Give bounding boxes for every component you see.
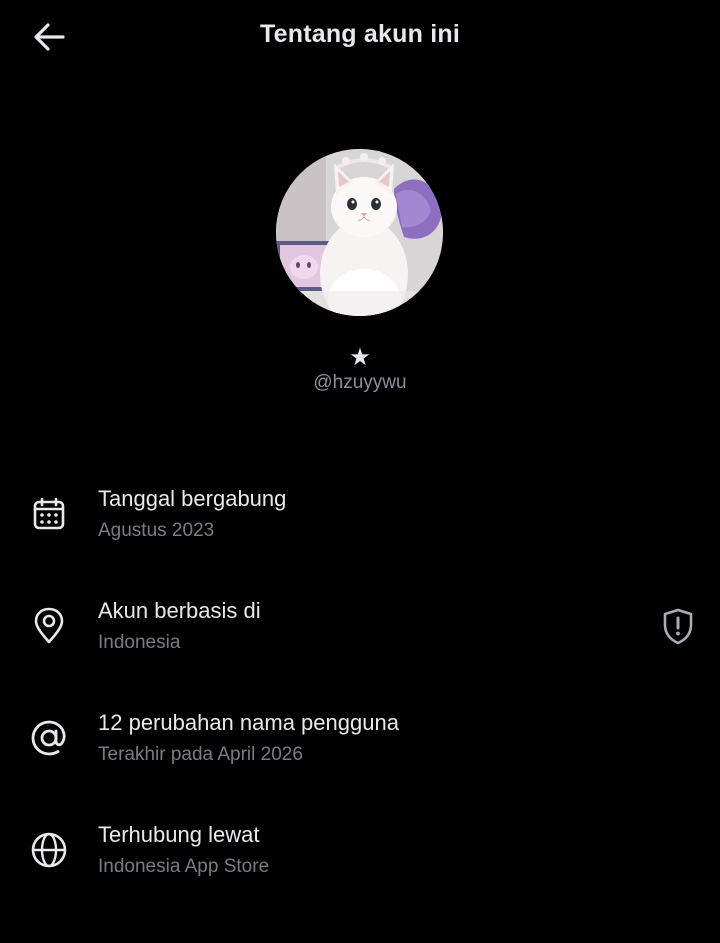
top-bar: Tentang akun ini: [0, 0, 720, 74]
username-handle: @hzuyywu: [313, 372, 407, 393]
shield-alert-button[interactable]: [656, 604, 700, 648]
info-row-based-in: Akun berbasis di Indonesia: [0, 590, 720, 690]
info-label: Akun berbasis di: [98, 598, 261, 623]
info-row-username-changes: 12 perubahan nama pengguna Terakhir pada…: [0, 702, 720, 802]
info-value: Indonesia: [98, 632, 181, 653]
info-label: 12 perubahan nama pengguna: [98, 710, 399, 735]
location-pin-icon: [29, 606, 69, 646]
at-sign-icon: [29, 718, 69, 758]
info-value: Agustus 2023: [98, 520, 215, 541]
shield-alert-icon: [663, 608, 693, 645]
info-label: Terhubung lewat: [98, 822, 260, 847]
info-row-joined-date: Tanggal bergabung Agustus 2023: [0, 478, 720, 578]
info-value: Indonesia App Store: [98, 856, 270, 877]
info-row-connected-via: Terhubung lewat Indonesia App Store: [0, 814, 720, 914]
globe-icon: [29, 830, 69, 870]
calendar-icon: [29, 494, 69, 534]
info-label: Tanggal bergabung: [98, 486, 287, 511]
info-value: Terakhir pada April 2026: [98, 744, 303, 765]
page-title: Tentang akun ini: [260, 20, 460, 48]
display-name: ★: [349, 343, 371, 371]
profile-avatar[interactable]: [276, 149, 443, 316]
